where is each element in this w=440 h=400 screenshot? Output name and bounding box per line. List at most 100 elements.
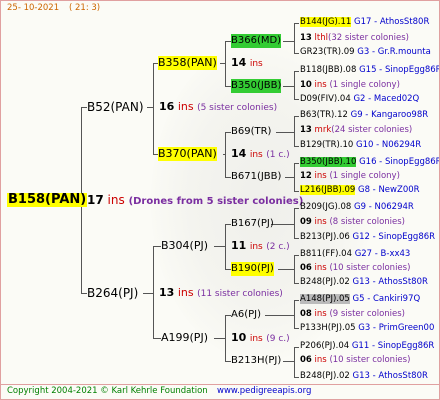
ggp-node[interactable]: B671(JBB) <box>231 170 281 184</box>
connector <box>153 246 154 338</box>
gggp-line: B63(TR).12 G9 - Kangaroo98R <box>300 110 428 121</box>
gggp-ins-line: 08 ins (9 sister colonies) <box>300 309 405 320</box>
connector <box>294 208 295 238</box>
ins-note: (5 sister colonies) <box>197 103 278 113</box>
ins-number: 14 <box>231 56 247 69</box>
ins-word: ins <box>314 309 327 319</box>
gggp-node[interactable]: B144(JG).11 <box>300 17 352 27</box>
ins-note: (10 sister colonies) <box>329 355 411 365</box>
connector <box>294 23 299 24</box>
gggp-node[interactable]: B248(PJ).02 <box>300 277 350 287</box>
gggp-line: B213(PJ).06 G12 - SinopEgg86R <box>300 232 435 243</box>
ins-number: 13 <box>300 33 312 43</box>
ins-word: ins <box>314 355 327 365</box>
gggp-node[interactable]: B248(PJ).02 <box>300 371 350 381</box>
gggp-node[interactable]: B213(PJ).06 <box>300 232 350 242</box>
gggp-node[interactable]: B63(TR).12 <box>300 110 348 120</box>
grandparent-ins-line: 14 ins <box>231 56 263 71</box>
gggp-line: GR23(TR).09 G3 - Gr.R.mounta <box>300 47 431 58</box>
gggp-node[interactable]: P133H(PJ).05 <box>300 323 356 333</box>
connector <box>147 107 154 108</box>
gggp-node[interactable]: B129(TR).10 <box>300 140 353 150</box>
connector <box>294 300 295 328</box>
date-stamp: 25- 10-2021 <box>7 3 60 13</box>
website-link[interactable]: www.pedigreeapis.org <box>217 386 311 397</box>
grandparent-node[interactable]: B358(PAN) <box>158 56 217 70</box>
parent-ins-line: 13 ins (11 sister colonies) <box>159 286 283 301</box>
ggp-node[interactable]: B213H(PJ) <box>231 354 281 368</box>
ins-word: ins <box>314 263 327 273</box>
gggp-ins-line: 13 lthl(32 sister colonies) <box>300 33 409 44</box>
connector <box>153 63 154 154</box>
ins-note: (1 c.) <box>266 150 290 160</box>
connector <box>223 154 226 155</box>
parent-node[interactable]: B52(PAN) <box>87 100 144 114</box>
connector <box>153 338 161 339</box>
grandparent-ins-line: 11 ins (2 c.) <box>231 239 290 254</box>
root-node[interactable]: B158(PAN) <box>7 193 88 207</box>
ggp-node[interactable]: B190(PJ) <box>231 262 274 276</box>
connector <box>294 23 295 53</box>
ggp-node[interactable]: B167(PJ) <box>231 217 274 231</box>
gggp-origin: G9 - Kangaroo98R <box>350 110 429 120</box>
ins-word: ins <box>177 286 194 299</box>
parent-node[interactable]: B264(PJ) <box>87 286 138 300</box>
ins-number: 06 <box>300 355 312 365</box>
connector <box>294 71 295 99</box>
gggp-node[interactable]: B118(JBB).08 <box>300 65 356 75</box>
gggp-node[interactable]: B811(FF).04 <box>300 249 352 259</box>
gggp-node[interactable]: A148(PJ).05 <box>300 294 350 304</box>
gggp-line: B209(JG).08 G9 - N06294R <box>300 202 414 213</box>
time-stamp: ( 21: 3) <box>69 3 101 13</box>
grandparent-ins-line: 10 ins (9 c.) <box>231 331 290 346</box>
ins-number: 09 <box>300 217 312 227</box>
gggp-ins-line: 12 ins (1 single colony) <box>300 171 400 182</box>
ins-note: (32 sister colonies) <box>328 33 409 43</box>
connector <box>294 377 299 378</box>
grandparent-node[interactable]: A199(PJ) <box>161 331 208 345</box>
ins-note: (9 c.) <box>266 334 290 344</box>
gggp-line: B350(JBB).10 G16 - SinopEgg86R <box>300 157 440 168</box>
ins-number: 17 <box>87 193 104 207</box>
gggp-node[interactable]: P206(PJ).04 <box>300 341 349 351</box>
connector <box>143 293 154 294</box>
gggp-ins-line: 06 ins (10 sister colonies) <box>300 263 410 274</box>
connector <box>294 238 299 239</box>
connector <box>214 246 226 247</box>
grandparent-node[interactable]: B304(PJ) <box>161 239 208 253</box>
connector <box>285 177 295 178</box>
ins-word: ins <box>249 150 263 160</box>
ggp-node[interactable]: A6(PJ) <box>231 308 261 322</box>
ins-word: ins <box>314 80 327 90</box>
gggp-line: D09(FIV).04 G2 - Maced02Q <box>300 94 419 105</box>
gggp-origin: G27 - B-xx43 <box>354 249 411 259</box>
gggp-node[interactable]: L216(JBB).09 <box>300 185 356 195</box>
ggp-node[interactable]: B69(TR) <box>231 125 271 139</box>
gggp-node[interactable]: B209(JG).08 <box>300 202 351 212</box>
gggp-line: B811(FF).04 G27 - B-xx43 <box>300 249 410 260</box>
connector <box>283 361 295 362</box>
gggp-line: P133H(PJ).05 G3 - PrimGreen00 <box>300 323 434 334</box>
gggp-node[interactable]: D09(FIV).04 <box>300 94 351 104</box>
grandparent-node[interactable]: B370(PAN) <box>158 147 217 161</box>
gggp-origin: G11 - SinopEgg86R <box>351 341 435 351</box>
gggp-origin: G15 - SinopEgg86R <box>359 65 440 75</box>
ins-word: ins <box>107 193 125 207</box>
copyright-text: Copyright 2004-2021 © Karl Kehrle Founda… <box>7 386 208 396</box>
root-ins-line: 17 ins (Drones from 5 sister colonies) <box>87 193 303 209</box>
ins-note: (24 sister colonies) <box>331 125 413 135</box>
gggp-origin: G12 - SinopEgg86R <box>352 232 436 242</box>
ins-number: 13 <box>159 286 175 299</box>
gggp-node[interactable]: GR23(TR).09 <box>300 47 355 57</box>
connector <box>220 63 226 64</box>
ins-number: 16 <box>159 100 175 113</box>
gggp-node[interactable]: B350(JBB).10 <box>300 157 357 167</box>
gggp-origin: G16 - SinopEgg86R <box>359 157 440 167</box>
ggp-node[interactable]: B350(JBB) <box>231 79 282 93</box>
footer-divider <box>1 384 439 385</box>
gggp-line: B248(PJ).02 G13 - AthosSt80R <box>300 371 428 382</box>
ins-word: ins <box>314 171 327 181</box>
ggp-node[interactable]: B366(MD) <box>231 34 282 48</box>
connector <box>294 300 299 301</box>
connector <box>153 246 161 247</box>
